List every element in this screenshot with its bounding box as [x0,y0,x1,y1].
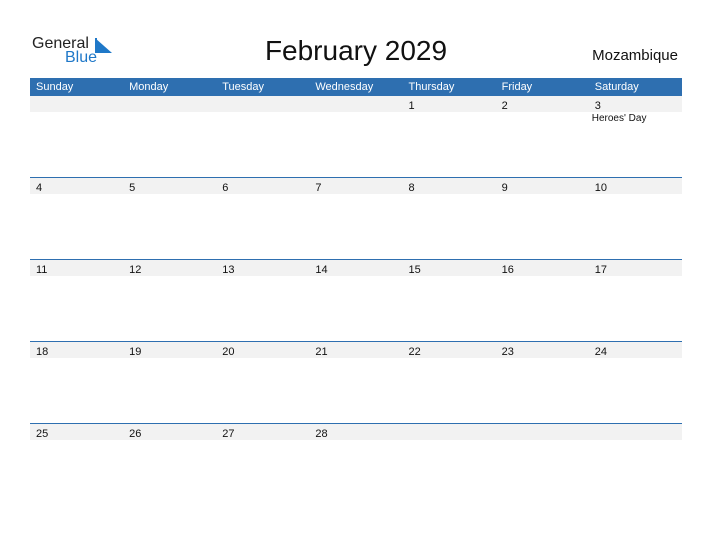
day-number: 17 [594,264,607,276]
week-row: 1 2 3 Heroes' Day [30,96,682,177]
day-cell[interactable] [589,424,682,440]
day-cell[interactable]: 12 [123,260,216,276]
day-number: 2 [501,100,508,112]
week-row: 11 12 13 14 15 16 17 [30,259,682,341]
day-number: 20 [222,346,235,358]
day-cell[interactable]: 3 Heroes' Day [589,96,682,124]
day-cell[interactable]: 22 [403,342,496,358]
holiday-label: Heroes' Day [591,113,647,124]
day-cell[interactable]: 17 [589,260,682,276]
weekday-header: Sunday Monday Tuesday Wednesday Thursday… [30,78,682,96]
day-cell[interactable]: 1 [403,96,496,112]
weekday-friday: Friday [501,81,533,93]
day-number: 14 [315,264,328,276]
date-strip: 4 5 6 7 8 9 10 [30,178,682,194]
weeks-container: 1 2 3 Heroes' Day 4 5 6 7 8 9 10 11 12 13 14 15 16 17 18 19… [30,96,682,505]
weekday-thursday: Thursday [408,81,455,93]
date-strip: 18 19 20 21 22 23 24 [30,342,682,358]
day-number: 7 [315,182,322,194]
day-number: 10 [594,182,607,194]
day-cell[interactable]: 5 [123,178,216,194]
day-cell[interactable]: 20 [216,342,309,358]
day-number: 11 [36,264,48,276]
day-cell[interactable]: 7 [309,178,402,194]
day-number: 5 [129,182,136,194]
date-strip: 1 2 3 Heroes' Day [30,96,682,124]
week-row: 4 5 6 7 8 9 10 [30,177,682,259]
day-cell[interactable] [123,96,216,112]
day-cell[interactable]: 25 [30,424,123,440]
day-number: 26 [129,428,142,440]
day-number: 9 [501,182,508,194]
date-strip: 25 26 27 28 [30,424,682,440]
day-cell[interactable]: 24 [589,342,682,358]
week-row: 18 19 20 21 22 23 24 [30,341,682,423]
day-cell[interactable]: 11 [30,260,123,276]
day-number: 18 [36,346,49,358]
day-number: 6 [222,182,229,194]
day-cell[interactable]: 6 [216,178,309,194]
day-number: 13 [222,264,235,276]
day-number: 4 [36,182,43,194]
day-number: 21 [315,346,328,358]
country-label: Mozambique [592,47,678,64]
weekday-tuesday: Tuesday [222,81,265,93]
day-cell[interactable]: 8 [403,178,496,194]
day-number: 1 [408,100,415,112]
day-cell[interactable] [216,96,309,112]
day-cell[interactable]: 27 [216,424,309,440]
day-number: 28 [315,428,328,440]
day-cell[interactable]: 16 [496,260,589,276]
day-number: 3 [594,100,601,112]
weekday-wednesday: Wednesday [315,81,374,93]
day-cell[interactable]: 10 [589,178,682,194]
day-cell[interactable]: 28 [309,424,402,440]
day-cell[interactable] [30,96,123,112]
day-cell[interactable]: 9 [496,178,589,194]
day-cell[interactable]: 21 [309,342,402,358]
day-cell[interactable]: 23 [496,342,589,358]
day-number: 19 [129,346,142,358]
day-cell[interactable]: 18 [30,342,123,358]
date-strip: 11 12 13 14 15 16 17 [30,260,682,276]
day-number: 23 [501,346,514,358]
day-number: 16 [501,264,514,276]
weekday-sunday: Sunday [36,81,74,93]
day-number: 22 [408,346,421,358]
day-number: 27 [222,428,235,440]
day-cell[interactable]: 26 [123,424,216,440]
calendar-grid: Sunday Monday Tuesday Wednesday Thursday… [30,78,682,505]
day-cell[interactable]: 13 [216,260,309,276]
day-number: 12 [129,264,142,276]
day-cell[interactable]: 2 [496,96,589,112]
day-number: 8 [408,182,415,194]
day-cell[interactable]: 4 [30,178,123,194]
day-cell[interactable] [309,96,402,112]
day-cell[interactable]: 14 [309,260,402,276]
day-cell[interactable] [496,424,589,440]
weekday-monday: Monday [129,81,169,93]
day-number: 15 [408,264,421,276]
day-cell[interactable]: 15 [403,260,496,276]
day-cell[interactable]: 19 [123,342,216,358]
weekday-saturday: Saturday [594,81,639,93]
day-cell[interactable] [403,424,496,440]
day-number: 24 [594,346,607,358]
week-row: 25 26 27 28 [30,423,682,505]
day-number: 25 [36,428,49,440]
